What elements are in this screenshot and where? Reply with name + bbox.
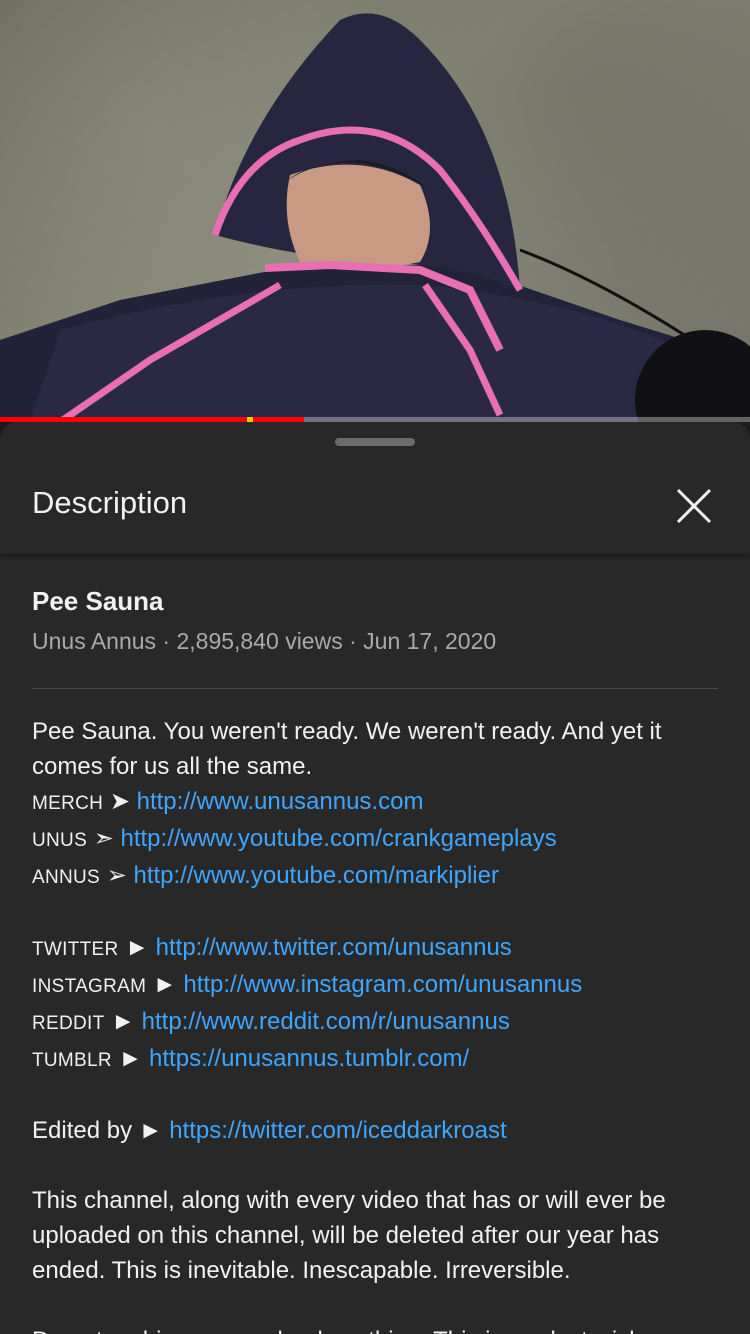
description-text: Pee Sauna. You weren't ready. We weren't… xyxy=(32,714,718,1334)
meta-separator: · xyxy=(162,628,171,654)
arrow-icon: ➢ xyxy=(106,862,127,889)
link-row-tumblr: TUMBLR ► https://unusannus.tumblr.com/ xyxy=(32,1041,718,1078)
link-row-merch: MERCH ➤ http://www.unusannus.com xyxy=(32,784,718,821)
close-button[interactable] xyxy=(668,480,720,532)
divider xyxy=(32,688,718,689)
arrow-icon: ► xyxy=(152,971,177,998)
close-icon xyxy=(676,488,712,524)
description-line: Do not archive or re-upload anything. Th… xyxy=(32,1323,718,1334)
arrow-icon: ➤ xyxy=(109,788,130,815)
link-url[interactable]: http://www.reddit.com/r/unusannus xyxy=(142,1008,510,1035)
description-line: ended. This is inevitable. Inescapable. … xyxy=(32,1257,571,1284)
sheet-header: Description xyxy=(0,452,750,554)
link-label: UNUS xyxy=(32,830,88,851)
meta-separator: · xyxy=(349,628,357,654)
link-url[interactable]: https://unusannus.tumblr.com/ xyxy=(149,1045,469,1072)
link-label: ANNUS xyxy=(32,867,101,888)
link-url[interactable]: http://www.youtube.com/crankgameplays xyxy=(121,825,557,852)
link-label: TUMBLR xyxy=(32,1050,112,1071)
description-line: This channel, along with every video tha… xyxy=(32,1187,666,1214)
link-row-unus: UNUS ➣ http://www.youtube.com/crankgamep… xyxy=(32,821,718,858)
description-sheet: Description Pee Sauna Unus Annus · 2,895… xyxy=(0,422,750,1334)
arrow-icon: ► xyxy=(138,1117,163,1144)
link-url[interactable]: http://www.twitter.com/unusannus xyxy=(156,934,512,961)
link-label: MERCH xyxy=(32,793,104,814)
link-url[interactable]: http://www.unusannus.com xyxy=(137,788,424,815)
arrow-icon: ► xyxy=(125,934,149,961)
link-row-instagram: INSTAGRAM ► http://www.instagram.com/unu… xyxy=(32,967,718,1004)
sheet-title: Description xyxy=(32,485,188,520)
link-label: REDDIT xyxy=(32,1013,105,1034)
arrow-icon: ► xyxy=(118,1045,143,1072)
arrow-icon: ➣ xyxy=(93,825,114,852)
arrow-icon: ► xyxy=(111,1008,135,1035)
description-line: comes for us all the same. xyxy=(32,753,313,780)
upload-date: Jun 17, 2020 xyxy=(363,628,497,654)
view-count: 2,895,840 views xyxy=(176,628,343,654)
link-label: TWITTER xyxy=(32,939,119,960)
link-label: INSTAGRAM xyxy=(32,976,147,997)
description-line: Pee Sauna. You weren't ready. We weren't… xyxy=(32,718,662,745)
edited-by-row: Edited by ► https://twitter.com/iceddark… xyxy=(32,1113,718,1148)
description-line: uploaded on this channel, will be delete… xyxy=(32,1222,660,1249)
link-row-annus: ANNUS ➢ http://www.youtube.com/markiplie… xyxy=(32,858,718,895)
video-title: Pee Sauna xyxy=(32,586,164,616)
edited-label: Edited by xyxy=(32,1117,133,1144)
link-url[interactable]: http://www.instagram.com/unusannus xyxy=(183,971,582,998)
channel-name[interactable]: Unus Annus xyxy=(32,628,156,654)
link-row-reddit: REDDIT ► http://www.reddit.com/r/unusann… xyxy=(32,1004,718,1041)
video-player[interactable] xyxy=(0,0,750,422)
link-row-twitter: TWITTER ► http://www.twitter.com/unusann… xyxy=(32,930,718,967)
video-frame-illustration xyxy=(0,13,750,422)
drag-handle[interactable] xyxy=(335,438,415,446)
video-meta: Unus Annus · 2,895,840 views · Jun 17, 2… xyxy=(32,628,496,655)
link-url[interactable]: http://www.youtube.com/markiplier xyxy=(133,862,498,889)
editor-link[interactable]: https://twitter.com/iceddarkroast xyxy=(169,1117,506,1144)
